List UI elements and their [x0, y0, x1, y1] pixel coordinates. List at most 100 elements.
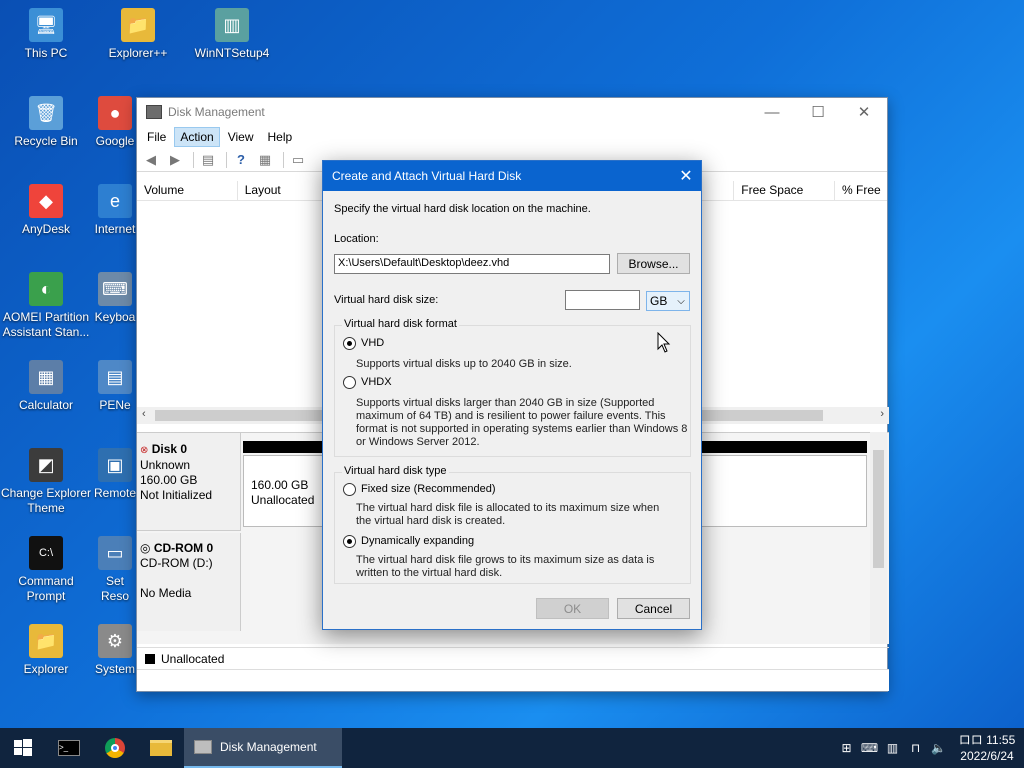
ok-button[interactable]: OK — [536, 598, 609, 619]
size-unit-select[interactable]: GB ⌵ — [646, 291, 690, 311]
forward-icon[interactable]: ▶ — [165, 151, 185, 169]
cdrom-0-header[interactable]: ◎ CD-ROM 0 CD-ROM (D:) No Media — [137, 533, 241, 631]
start-button[interactable] — [0, 728, 46, 768]
desktop-icon-explorerpp[interactable]: 📁 Explorer++ — [92, 8, 184, 61]
menu-help[interactable]: Help — [262, 127, 299, 147]
close-button[interactable]: ✕ — [841, 98, 887, 126]
back-icon[interactable]: ◀ — [141, 151, 161, 169]
help-icon[interactable]: ? — [231, 151, 251, 169]
keyboard-icon[interactable]: ⌨ — [858, 741, 881, 755]
setup-icon: ▥ — [215, 8, 249, 42]
dialog-titlebar[interactable]: Create and Attach Virtual Hard Disk ✕ — [323, 161, 701, 191]
menu-bar: File Action View Help — [137, 126, 887, 148]
legend: Unallocated — [137, 647, 889, 669]
vhd-radio[interactable] — [343, 337, 356, 350]
desktop-icon-command-prompt[interactable]: C:\ Command Prompt — [0, 536, 92, 604]
desktop-icon-label: Remote — [93, 486, 137, 500]
desktop-icon-internet[interactable]: e Internet — [92, 184, 138, 237]
network-icon[interactable]: ⊞ — [835, 741, 858, 755]
chevron-down-icon: ⌵ — [677, 295, 685, 307]
desktop-icon-pene[interactable]: ▤ PENe — [92, 360, 138, 413]
folder-icon: 📁 — [121, 8, 155, 42]
cdrom-0-status: No Media — [140, 586, 192, 600]
window-titlebar[interactable]: Disk Management — ☐ ✕ — [137, 98, 887, 126]
desktop-icon-google[interactable]: ● Google — [92, 96, 138, 149]
cdrom-0-type: CD-ROM (D:) — [140, 556, 213, 570]
folder-icon: 📁 — [29, 624, 63, 658]
vhdx-radio[interactable] — [343, 376, 356, 389]
scroll-right-icon[interactable]: › — [880, 408, 884, 420]
size-input[interactable] — [565, 290, 640, 310]
desktop-icon-winntsetup[interactable]: ▥ WinNTSetup4 — [186, 8, 278, 61]
dynamic-label[interactable]: Dynamically expanding — [361, 535, 474, 548]
vhdx-label[interactable]: VHDX — [361, 376, 392, 389]
rescan-icon[interactable]: ▭ — [288, 151, 308, 169]
display-icon: ▭ — [98, 536, 132, 570]
desktop-icon-aomei[interactable]: ◐ AOMEI Partition Assistant Stan... — [0, 272, 92, 340]
terminal-icon: C:\ — [29, 536, 63, 570]
menu-action[interactable]: Action — [174, 127, 220, 147]
usb-icon[interactable]: ⊓ — [904, 741, 927, 755]
desktop-icon-remote[interactable]: ▣ Remote — [92, 448, 138, 501]
desktop-icon-label: Explorer++ — [108, 46, 168, 60]
cdrom-0-name: CD-ROM 0 — [153, 541, 214, 555]
desktop-icon-keyboard[interactable]: ⌨ Keyboa — [92, 272, 138, 325]
taskbar: >_ Disk Management ⊞ ⌨ ▥ ⊓ 🔈 ロロ 11:55 20… — [0, 728, 1024, 768]
desktop-icon-recycle-bin[interactable]: 🗑 Recycle Bin — [0, 96, 92, 149]
properties-icon[interactable]: ▦ — [255, 151, 275, 169]
legend-label: Unallocated — [161, 651, 225, 666]
disk-error-icon: ⊗ — [140, 445, 149, 456]
network-icon: ▤ — [98, 360, 132, 394]
ime-indicator: ロロ — [958, 733, 983, 747]
computer-icon: 🖥 — [29, 8, 63, 42]
taskbar-cmd[interactable]: >_ — [46, 728, 92, 768]
terminal-icon: >_ — [58, 740, 80, 756]
vhd-label[interactable]: VHD — [361, 337, 384, 350]
desktop-icon-set-resolution[interactable]: ▭ Set Reso — [92, 536, 138, 604]
cancel-button[interactable]: Cancel — [617, 598, 690, 619]
clock[interactable]: ロロ 11:55 2022/6/24 — [950, 732, 1024, 764]
desktop-icon-explorer[interactable]: 📁 Explorer — [0, 624, 92, 677]
maximize-button[interactable]: ☐ — [795, 98, 841, 126]
column-percent-free[interactable]: % Free — [835, 181, 887, 200]
desktop-icon-label: Keyboa — [94, 310, 136, 324]
desktop-icon-this-pc[interactable]: 🖥 This PC — [0, 8, 92, 61]
taskbar-chrome[interactable] — [92, 728, 138, 768]
desktop-icon-label: WinNTSetup4 — [194, 46, 270, 60]
format-group-label: Virtual hard disk format — [342, 318, 459, 330]
toolbar-separator — [226, 151, 227, 168]
display-icon[interactable]: ▥ — [881, 741, 904, 755]
desktop-icon-change-theme[interactable]: ◩ Change Explorer Theme — [0, 448, 92, 516]
window-title: Disk Management — [168, 105, 265, 119]
scroll-thumb[interactable] — [873, 450, 884, 568]
disk-view-vscrollbar[interactable] — [870, 432, 887, 644]
dialog-close-button[interactable]: ✕ — [671, 161, 701, 191]
column-free-space[interactable]: Free Space — [734, 181, 835, 200]
show-hide-tree-icon[interactable]: ▤ — [198, 151, 218, 169]
mouse-cursor-icon — [657, 332, 671, 353]
disk-0-size: 160.00 GB — [140, 473, 198, 487]
scroll-left-icon[interactable]: ‹ — [142, 408, 146, 420]
taskbar-disk-management[interactable]: Disk Management — [184, 728, 342, 768]
windows-logo-icon — [14, 739, 32, 756]
desktop-icon-calculator[interactable]: ▦ Calculator — [0, 360, 92, 413]
menu-view[interactable]: View — [222, 127, 260, 147]
taskbar-item-label: Disk Management — [220, 740, 317, 754]
minimize-button[interactable]: — — [749, 98, 795, 126]
dynamic-radio[interactable] — [343, 535, 356, 548]
column-volume[interactable]: Volume — [137, 181, 238, 200]
fixed-size-label[interactable]: Fixed size (Recommended) — [361, 483, 496, 496]
menu-file[interactable]: File — [141, 127, 172, 147]
desktop-icon-anydesk[interactable]: ◆ AnyDesk — [0, 184, 92, 237]
disk-0-name: Disk 0 — [151, 442, 188, 456]
volume-muted-icon[interactable]: 🔈 — [927, 741, 950, 755]
taskbar-explorer[interactable] — [138, 728, 184, 768]
desktop-icon-label: Explorer — [23, 662, 69, 676]
browse-button[interactable]: Browse... — [617, 253, 690, 274]
desktop-icon-system[interactable]: ⚙ System — [92, 624, 138, 677]
fixed-size-radio[interactable] — [343, 483, 356, 496]
disk-0-header[interactable]: ⊗ Disk 0 Unknown 160.00 GB Not Initializ… — [137, 433, 241, 531]
location-input[interactable]: X:\Users\Default\Desktop\deez.vhd — [334, 254, 610, 274]
chrome-icon: ● — [98, 96, 132, 130]
desktop-icon-label: AnyDesk — [21, 222, 71, 236]
